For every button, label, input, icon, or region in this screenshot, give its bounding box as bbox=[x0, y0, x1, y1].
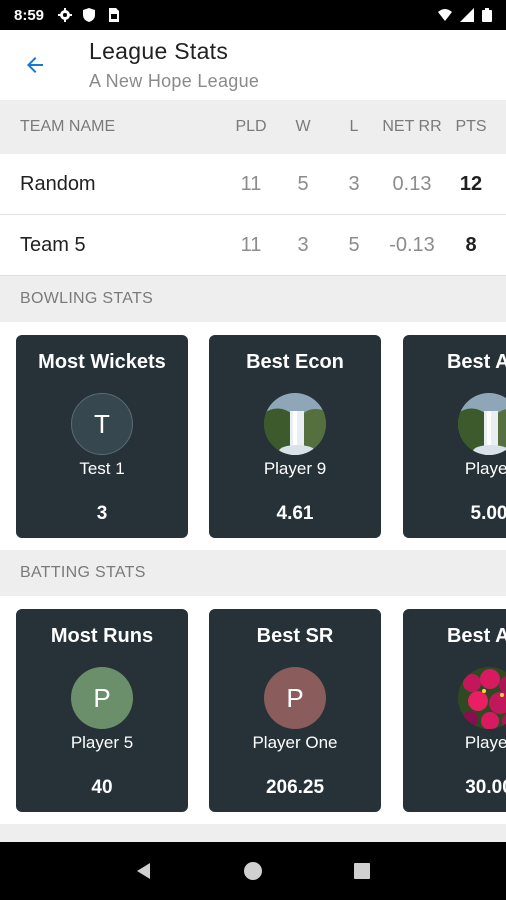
nav-home-button[interactable] bbox=[233, 851, 273, 891]
section-divider bbox=[0, 824, 506, 842]
system-nav-bar bbox=[0, 842, 506, 900]
avatar bbox=[458, 393, 506, 455]
signal-icon bbox=[460, 8, 474, 22]
stat-value: 4.61 bbox=[276, 503, 314, 524]
shield-icon bbox=[83, 8, 96, 22]
avatar bbox=[264, 393, 326, 455]
net-rr-value: -0.13 bbox=[389, 233, 435, 256]
card-title: Best SR bbox=[256, 625, 334, 647]
stat-value: 3 bbox=[96, 503, 108, 524]
wifi-icon bbox=[438, 9, 452, 21]
card-title: Best Ave bbox=[446, 625, 506, 647]
avatar: P bbox=[264, 667, 326, 729]
player-name: Player One bbox=[252, 733, 338, 752]
header-pld: PLD bbox=[235, 118, 267, 135]
status-time: 8:59 bbox=[14, 6, 45, 24]
player-name: Player bbox=[464, 733, 506, 752]
page-subtitle: A New Hope League bbox=[89, 71, 260, 91]
avatar: P bbox=[71, 667, 133, 729]
waterfall-photo bbox=[458, 393, 506, 455]
stat-value: 5.00 bbox=[470, 503, 506, 524]
square-recents-icon bbox=[353, 863, 370, 879]
played-value: 11 bbox=[240, 233, 262, 256]
most-runs-card[interactable]: Most Runs P Player 5 40 bbox=[16, 609, 188, 812]
stat-value: 30.00 bbox=[465, 777, 506, 798]
stat-value: 206.25 bbox=[265, 777, 325, 798]
waterfall-photo bbox=[264, 393, 326, 455]
team-name: Team 5 bbox=[20, 233, 86, 256]
back-button[interactable] bbox=[0, 30, 70, 100]
best-econ-card[interactable]: Best Econ Player 9 4.61 bbox=[209, 335, 381, 538]
flowers-photo bbox=[458, 667, 506, 729]
page-title: League Stats bbox=[89, 38, 229, 64]
batting-cards-carousel[interactable]: Most Runs P Player 5 40 Best SR P Player… bbox=[0, 596, 506, 824]
won-value: 3 bbox=[297, 233, 309, 256]
card-title: Most Wickets bbox=[38, 351, 166, 373]
won-value: 5 bbox=[297, 172, 309, 195]
header-pts: PTS bbox=[455, 118, 487, 135]
header-w: W bbox=[295, 118, 311, 135]
net-rr-value: 0.13 bbox=[392, 172, 432, 195]
best-ave-card[interactable]: Best Ave Player 5.00 bbox=[403, 335, 506, 538]
team-name: Random bbox=[20, 172, 96, 195]
header-team-name: TEAM NAME bbox=[20, 118, 116, 135]
avatar: T bbox=[71, 393, 133, 455]
card-title: Best Ave bbox=[446, 351, 506, 373]
triangle-back-icon bbox=[137, 863, 151, 879]
card-title: Most Runs bbox=[50, 625, 154, 647]
bowling-cards-carousel[interactable]: Most Wickets T Test 1 3 Best Econ Player… bbox=[0, 322, 506, 550]
card-title: Best Econ bbox=[246, 351, 344, 373]
status-bar: 8:59 bbox=[0, 0, 506, 30]
player-name: Player bbox=[464, 459, 506, 478]
most-wickets-card[interactable]: Most Wickets T Test 1 3 bbox=[16, 335, 188, 538]
player-name: Test 1 bbox=[79, 459, 125, 478]
circle-home-icon bbox=[243, 862, 262, 880]
best-ave-card[interactable]: Best Ave Player 30.00 bbox=[403, 609, 506, 812]
stat-value: 40 bbox=[91, 777, 113, 798]
player-name: Player 5 bbox=[70, 733, 134, 752]
table-header: TEAM NAME PLD W L NET RR PTS bbox=[0, 100, 506, 154]
lost-value: 5 bbox=[348, 233, 360, 256]
batting-stats-heading: BATTING STATS bbox=[0, 550, 506, 596]
table-row[interactable]: Team 5 11 3 5 -0.13 8 bbox=[0, 215, 506, 276]
avatar bbox=[458, 667, 506, 729]
bowling-stats-heading: BOWLING STATS bbox=[0, 276, 506, 322]
sim-card-icon bbox=[109, 8, 120, 22]
lost-value: 3 bbox=[348, 172, 360, 195]
app-bar: League Stats A New Hope League bbox=[0, 30, 506, 100]
header-net-rr: NET RR bbox=[382, 118, 442, 135]
header-l: L bbox=[349, 118, 359, 135]
nav-recents-button[interactable] bbox=[342, 851, 382, 891]
gear-icon bbox=[58, 8, 73, 22]
points-value: 12 bbox=[459, 172, 483, 195]
nav-back-button[interactable] bbox=[124, 851, 164, 891]
arrow-left-icon bbox=[27, 57, 43, 73]
battery-icon bbox=[482, 8, 492, 22]
table-row[interactable]: Random 11 5 3 0.13 12 bbox=[0, 154, 506, 215]
best-sr-card[interactable]: Best SR P Player One 206.25 bbox=[209, 609, 381, 812]
player-name: Player 9 bbox=[263, 459, 327, 478]
played-value: 11 bbox=[240, 172, 262, 195]
points-value: 8 bbox=[465, 233, 477, 256]
